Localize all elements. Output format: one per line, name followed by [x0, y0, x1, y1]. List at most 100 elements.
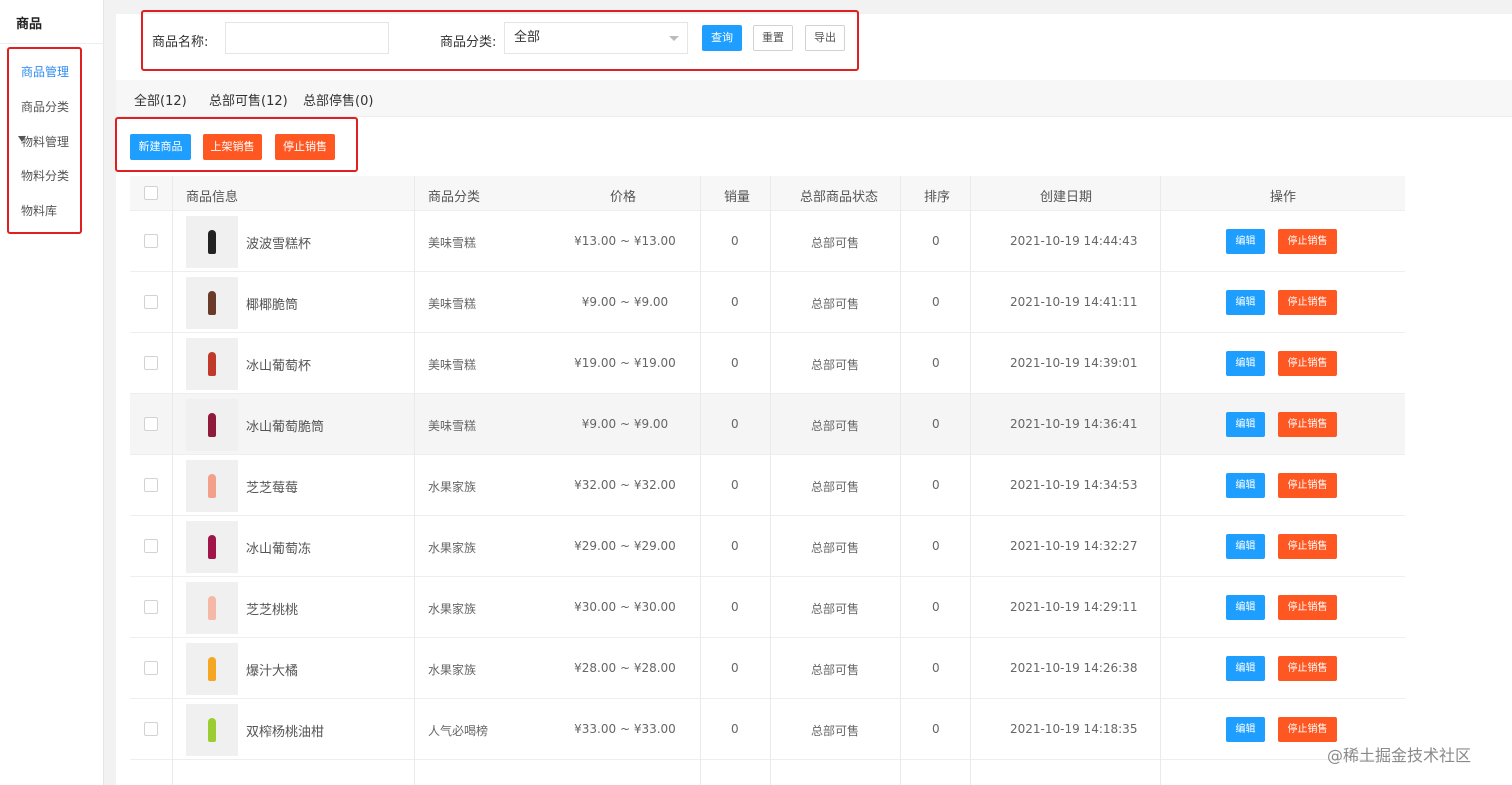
stop-sale-button[interactable]: 停止销售	[1278, 595, 1337, 620]
stop-sale-button[interactable]: 停止销售	[1278, 534, 1337, 559]
batch-stop-button[interactable]: 停止销售	[275, 134, 335, 160]
sidebar-title: 商品	[16, 17, 43, 32]
new-product-button[interactable]: 新建商品	[130, 134, 191, 160]
row-checkbox[interactable]	[144, 356, 158, 370]
stop-sale-button[interactable]: 停止销售	[1278, 229, 1337, 254]
product-price: ¥30.00 ~ ¥30.00	[574, 600, 676, 614]
edit-button[interactable]: 编辑	[1226, 534, 1265, 559]
edit-button[interactable]: 编辑	[1226, 412, 1265, 437]
table-row: 波波雪糕杯 美味雪糕 ¥13.00 ~ ¥13.00 0 总部可售 0 2021-10-19…	[130, 211, 1405, 272]
product-category: 水果家族	[428, 602, 477, 616]
edit-button[interactable]: 编辑	[1226, 656, 1265, 681]
product-image	[208, 657, 216, 681]
edit-button[interactable]: 编辑	[1226, 229, 1265, 254]
sidebar-menu: 商品管理 商品分类 物料管理 物料分类 物料库	[7, 47, 82, 234]
query-button[interactable]: 查询	[702, 25, 742, 51]
product-created-date: 2021-10-19 14:36:41	[1010, 417, 1138, 431]
product-status: 总部可售	[811, 358, 860, 372]
tab-all[interactable]: 全部(12)	[134, 90, 187, 109]
product-created-date: 2021-10-19 14:18:35	[1010, 722, 1138, 736]
product-thumbnail	[186, 521, 238, 573]
edit-button[interactable]: 编辑	[1226, 595, 1265, 620]
tab-on-sale[interactable]: 总部可售(12)	[209, 90, 288, 109]
product-image	[208, 352, 216, 376]
product-category: 美味雪糕	[428, 419, 477, 433]
product-thumbnail	[186, 338, 238, 390]
product-category: 水果家族	[428, 480, 477, 494]
row-checkbox[interactable]	[144, 722, 158, 736]
sidebar-item-material-library[interactable]: 物料库	[21, 202, 57, 219]
export-button[interactable]: 导出	[805, 25, 845, 51]
row-checkbox[interactable]	[144, 295, 158, 309]
product-price: ¥9.00 ~ ¥9.00	[581, 295, 669, 309]
batch-onsale-button[interactable]: 上架销售	[203, 134, 262, 160]
sidebar-item-material-category[interactable]: 物料分类	[21, 167, 69, 184]
product-status: 总部可售	[811, 724, 860, 738]
select-all-checkbox[interactable]	[144, 186, 158, 200]
product-name-input[interactable]	[225, 22, 389, 54]
product-created-date: 2021-10-19 14:41:11	[1010, 295, 1138, 309]
table-row: 冰山葡萄杯 美味雪糕 ¥19.00 ~ ¥19.00 0 总部可售 0 2021-10-19…	[130, 333, 1405, 394]
product-sales: 0	[731, 661, 739, 675]
stop-sale-button[interactable]: 停止销售	[1278, 290, 1337, 315]
product-sort: 0	[932, 234, 940, 248]
product-name: 冰山葡萄杯	[246, 359, 312, 374]
product-sort: 0	[932, 661, 940, 675]
product-sort: 0	[932, 539, 940, 553]
product-price: ¥19.00 ~ ¥19.00	[574, 356, 676, 370]
stop-sale-button[interactable]: 停止销售	[1278, 412, 1337, 437]
edit-button[interactable]: 编辑	[1226, 717, 1265, 742]
product-created-date: 2021-10-19 14:44:43	[1010, 234, 1138, 248]
product-status: 总部可售	[811, 663, 860, 677]
sidebar-item-material-management[interactable]: 物料管理	[18, 133, 70, 150]
sidebar-item-product-management[interactable]: 商品管理	[21, 63, 69, 80]
reset-button[interactable]: 重置	[753, 25, 793, 51]
product-category: 水果家族	[428, 541, 477, 555]
row-checkbox[interactable]	[144, 539, 158, 553]
table-row: 爆汁大橘 水果家族 ¥28.00 ~ ¥28.00 0 总部可售 0 2021-10-19 …	[130, 638, 1405, 699]
column-divider	[1160, 176, 1161, 785]
header-ops: 操作	[1270, 190, 1297, 205]
stop-sale-button[interactable]: 停止销售	[1278, 351, 1337, 376]
column-divider	[970, 176, 971, 785]
row-checkbox[interactable]	[144, 600, 158, 614]
edit-button[interactable]: 编辑	[1226, 351, 1265, 376]
column-divider	[414, 176, 415, 785]
product-sales: 0	[731, 356, 739, 370]
product-image	[208, 474, 216, 498]
column-divider	[770, 176, 771, 785]
product-category: 水果家族	[428, 663, 477, 677]
product-name: 椰椰脆筒	[246, 298, 299, 313]
row-checkbox[interactable]	[144, 417, 158, 431]
product-image	[208, 596, 216, 620]
stop-sale-button[interactable]: 停止销售	[1278, 717, 1337, 742]
product-name: 芝芝莓莓	[246, 481, 299, 496]
sidebar-item-label: 物料管理	[21, 135, 70, 149]
tab-stopped[interactable]: 总部停售(0)	[303, 90, 373, 109]
edit-button[interactable]: 编辑	[1226, 290, 1265, 315]
product-thumbnail	[186, 582, 238, 634]
row-checkbox[interactable]	[144, 661, 158, 675]
edit-button[interactable]: 编辑	[1226, 473, 1265, 498]
stop-sale-button[interactable]: 停止销售	[1278, 656, 1337, 681]
row-checkbox[interactable]	[144, 478, 158, 492]
row-checkbox[interactable]	[144, 234, 158, 248]
product-thumbnail	[186, 704, 238, 756]
product-sort: 0	[932, 417, 940, 431]
product-category-select[interactable]: 全部	[504, 22, 688, 54]
stop-sale-button[interactable]: 停止销售	[1278, 473, 1337, 498]
product-status: 总部可售	[811, 236, 860, 250]
filter-bar: 商品名称: 商品分类: 全部 查询 重置 导出	[141, 10, 859, 71]
product-category-label: 商品分类:	[440, 35, 497, 50]
product-image	[208, 230, 216, 254]
product-price: ¥29.00 ~ ¥29.00	[574, 539, 676, 553]
sidebar-divider	[0, 43, 104, 44]
product-sales: 0	[731, 539, 739, 553]
product-sort: 0	[932, 722, 940, 736]
watermark: @稀土掘金技术社区	[1327, 746, 1472, 765]
column-divider	[900, 176, 901, 785]
chevron-down-icon	[669, 36, 679, 41]
sidebar-item-product-category[interactable]: 商品分类	[21, 98, 69, 115]
product-category: 美味雪糕	[428, 236, 477, 250]
product-status: 总部可售	[811, 297, 860, 311]
